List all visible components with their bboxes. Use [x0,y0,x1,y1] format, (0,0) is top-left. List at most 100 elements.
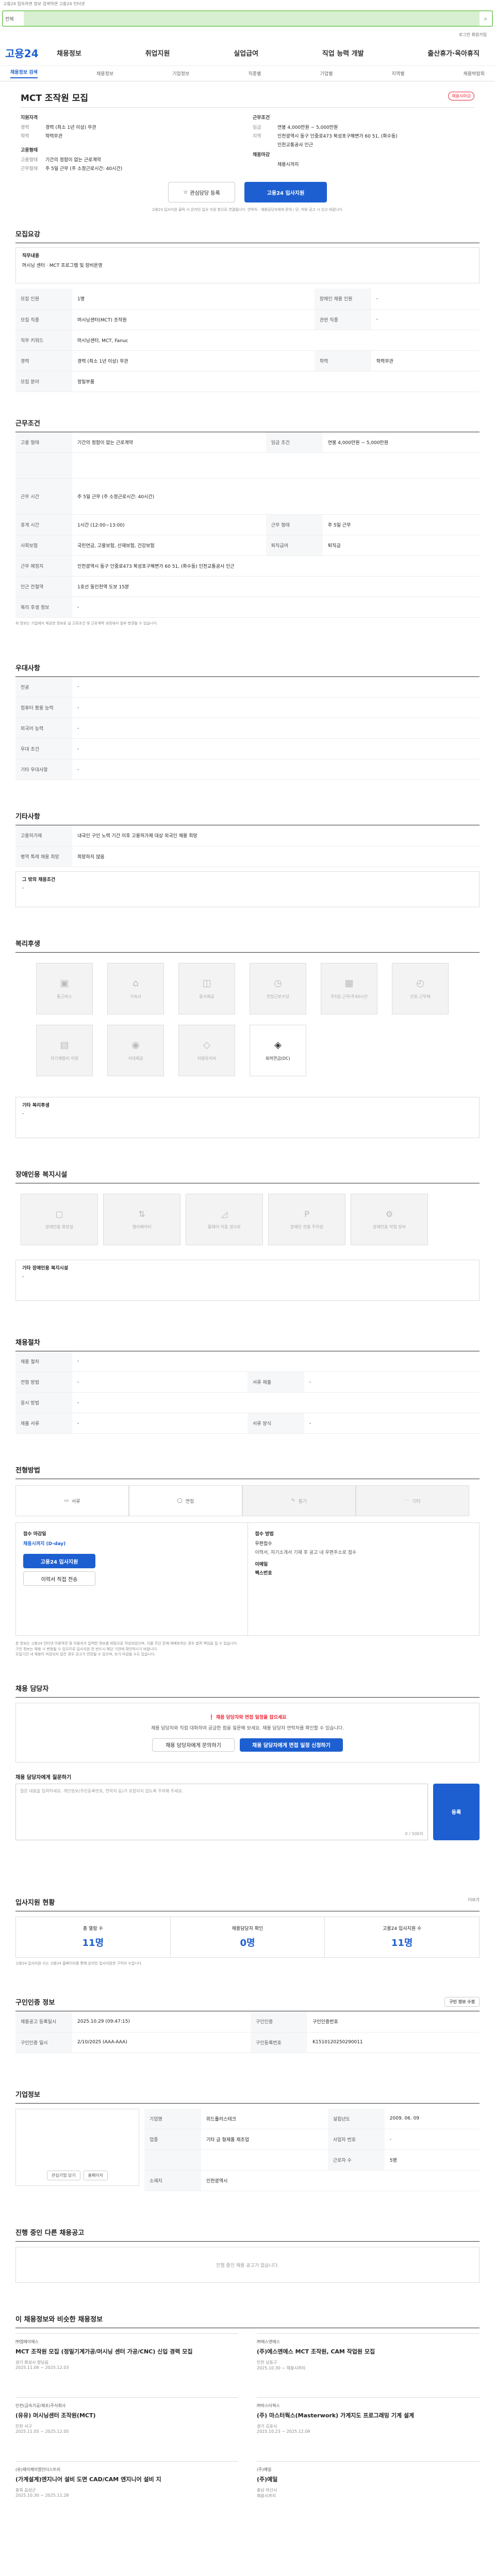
cell-key: 휴게 시간 [15,514,72,535]
star-icon: ☆ [183,189,188,195]
summary-value: 기간의 정함이 없는 근로계약 [45,158,101,163]
sub-nav-item[interactable]: 기업정보 [172,70,189,77]
stats-more-link[interactable]: 더보기 [468,1897,480,1907]
sub-nav-item[interactable]: 기업별 [320,70,333,77]
contact-box: ❗ 채용 담당자와 면접 일정을 잡으세요 채용 담당자와 직접 대화하여 궁금… [15,1702,480,1762]
recommend-card[interactable]: (유)제이케이엠인더스트리 (가계설계)엔지니어 설비 도면 CAD/CAM 엔지… [15,2461,238,2525]
table-row: 구인인증 일시 2/10/2025 (AAA-AAA) 구인등록번호 K1510120… [15,2032,480,2053]
edit-info-button[interactable]: 구인 정보 수정 [444,1997,480,2007]
disabled-etc-value: - [22,1274,24,1279]
cell-key: 임금 조건 [266,432,323,453]
stat-value: 11명 [82,1938,104,1948]
table-row: 사회보험 국민연금, 고용보험, 산재보험, 건강보험 퇴직급여 퇴직금 [15,535,480,556]
card-title[interactable]: (주)예일 [257,2476,480,2483]
apply-button[interactable]: 고용24 입사지원 [244,182,327,202]
card-title[interactable]: (가계설계)엔지니어 설비 도면 CAD/CAM 엔지니어 설비 지 [15,2476,238,2483]
scrap-label: 관심담당 등록 [190,190,220,196]
apply-deadline-value: 채용시까지 (D-day) [23,1541,66,1547]
card-period: 채용시까지 [257,2494,276,2499]
follow-company-button[interactable]: 관심기업 담기 [46,2170,80,2180]
card-location: 경기 화성시 향남읍 [15,2360,48,2365]
table-row: 업종 기타 금 형제품 제조업 사업자 번호 - [144,2129,480,2150]
card-location: 인천 서구 [15,2424,32,2429]
summary-value: 학력무관 [45,134,63,139]
cell-key: 설립년도 [327,2108,385,2129]
sub-nav-item[interactable]: 채용정보 [96,70,113,77]
menu-item[interactable]: 채용정보 [57,48,81,58]
search-icon[interactable]: ⌕ [480,15,492,23]
welfare-label: 식대제공 [128,1056,143,1061]
table-row: 직무 키워드 머시닝센터, MCT, Fanuc [15,330,480,351]
table-row: 컴퓨터 활용 능력 - [15,697,480,718]
menu-item[interactable]: 직업 능력 개발 [322,48,364,58]
card-title[interactable]: (유유) 머시닝센터 조작원(MCT) [15,2412,238,2419]
search-scope-select[interactable]: 전체 [3,15,24,22]
sub-nav-item[interactable]: 직종별 [249,70,261,77]
menu-item[interactable]: 취업지원 [145,48,170,58]
card-location: 충북 음성군 [15,2488,36,2493]
recommend-card[interactable]: (주)예일 (주)예일 충남 아산시 채용시까지 [257,2461,480,2525]
recommend-card[interactable]: ㈜마스터웍스 (주) 마스터웍스(Masterwork) 가계지도 프로그래밍 기… [257,2397,480,2461]
facility-label: 휠체어 이동 경사로 [208,1224,241,1229]
sub-nav-item[interactable]: 채용정보 검색 [10,69,38,78]
sub-nav-item[interactable]: 지역별 [392,70,405,77]
sub-nav-item[interactable]: 채용박람회 [464,70,485,77]
section-title: 기타사항 [15,806,480,825]
equipment-icon: ⚙ [385,1209,393,1219]
menu-item[interactable]: 출산휴가·육아휴직 [427,48,480,58]
section-title: 입사지원 현황 더보기 [15,1892,480,1911]
card-company: ㈜에스엔에스 [257,2340,280,2344]
interview-icon: ◯ [177,1498,183,1503]
scrap-button[interactable]: ☆ 관심담당 등록 [168,182,235,202]
cell-key: 컴퓨터 활용 능력 [15,697,72,718]
recommend-card[interactable]: 인천(금속가공/제조)주식회사 (유유) 머시닝센터 조작원(MCT) 인천 서구 2… [15,2397,238,2461]
cell-key: 우대 조건 [15,738,72,759]
util-links[interactable]: 로그인 회원가입 [0,30,495,40]
welfare-item: ▤ 자기계발비 지원 [36,1024,93,1076]
ask-manager-button[interactable]: 채용 담당자에게 문의하기 [152,1738,235,1752]
company-table: 기업명 위드플러스테크 설립년도 2009. 06. 09 업종 기타 금 형제품 제조… [144,2108,480,2191]
cell-key: 구인인증 일시 [15,2032,72,2053]
apply-notes: 본 정보는 고용24 인터넷 이용약관 및 이용자가 입력한 정보를 바탕으로 … [15,1641,480,1657]
card-title[interactable]: MCT 조작원 모집 (정밀기계가공/머시닝 센터 가공/CNC) 신입 경력 … [15,2348,238,2355]
apply-note: 모집기간 내 채용이 마감되지 않은 경우 공고가 연장될 수 있으며, 조기 … [15,1652,156,1656]
duty-label: 직무내용 [22,253,40,259]
search-input[interactable] [24,11,480,26]
card-title[interactable]: (주) 마스터웍스(Masterwork) 가계지도 프로그래밍 기계 설계 [257,2412,480,2419]
send-resume-button[interactable]: 이력서 직접 전송 [23,1571,95,1586]
card-title[interactable]: (주)에스엔에스 MCT 조작원, CAM 작업원 모집 [257,2348,480,2355]
welfare-item: ◴ 간호 근무제 [392,962,449,1014]
homepage-button[interactable]: 홈페이지 [83,2170,108,2180]
table-row: 기타 우대사항 - [15,759,480,780]
card-location: 경기 김포시 [257,2424,277,2429]
cell-key: 채용공고 등록일시 [15,2011,72,2032]
site-logo[interactable]: 고용24 [5,45,57,60]
menu-item[interactable]: 실업급여 [234,48,258,58]
cell-key: 학력 [314,350,371,371]
question-textarea[interactable]: 질문 내용을 입력하세요. 개인정보(주민등록번호, 연락처 등)가 포함되지 … [15,1783,428,1840]
interview-request-button[interactable]: 채용 담당자에게 면접 일정 신청하기 [240,1738,343,1752]
section-title: 복리후생 [15,933,480,953]
alert-icon: ❗ [208,1715,214,1720]
recommend-card[interactable]: ㈜에스엔에스 (주)에스엔에스 MCT 조작원, CAM 작업원 모집 인천 남동구… [257,2333,480,2397]
question-submit-button[interactable]: 등록 [433,1783,480,1840]
cell-value: 주 5일 근무 [322,514,480,535]
table-row: 기업명 위드플러스테크 설립년도 2009. 06. 09 [144,2108,480,2129]
cell-value: 위드플러스테크 [201,2108,328,2129]
cell-value: - [371,289,480,310]
facility-item: ▢ 장애인용 화장실 [21,1193,98,1245]
card-company: (주)예일 [257,2467,272,2472]
summary-key: 지역 [253,134,261,139]
apply-online-button[interactable]: 고용24 입사지원 [23,1554,95,1568]
cell-value: - [72,597,480,618]
table-row: 전공 - [15,676,480,698]
section-title: 구인인증 정보 구인 정보 수정 [15,1992,480,2011]
welfare-label: 중식제공 [199,994,214,999]
table-row: 채용 절차 - [15,1351,480,1372]
recommend-card[interactable]: ㈜엠에이에스 MCT 조작원 모집 (정밀기계가공/머시닝 센터 가공/CNC) … [15,2333,238,2397]
duty-text: 머시닝 센터 · MCT 프로그램 및 장비운영 [22,263,103,268]
cell-key [15,452,72,479]
bottom-spacer [0,2525,495,2546]
question-placeholder: 질문 내용을 입력하세요. 개인정보(주민등록번호, 연락처 등)가 포함되지 … [20,1788,184,1793]
apply-notice: 고용24 입사지원 클릭 시 온라인 입사 지원 창으로 연결됩니다. 연락처 … [152,208,343,212]
